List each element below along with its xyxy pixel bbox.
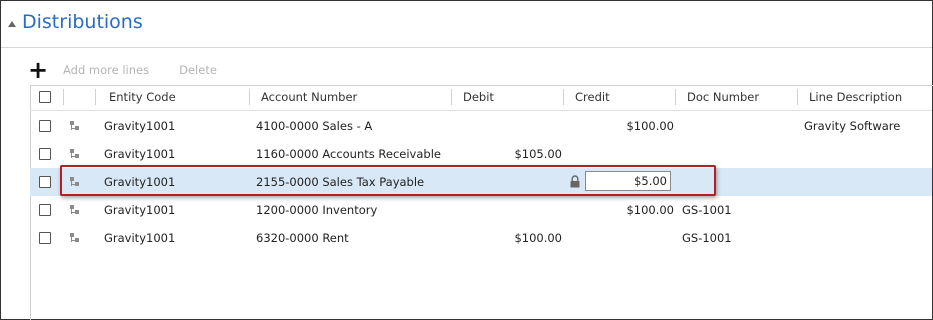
account-number-cell[interactable]: 1160-0000 Accounts Receivable [256,140,441,168]
hierarchy-icon[interactable] [70,149,79,159]
credit-input[interactable] [585,171,671,191]
debit-cell[interactable] [458,196,562,224]
row-checkbox[interactable] [39,120,51,132]
doc-number-cell[interactable]: GS-1001 [682,224,732,252]
collapse-triangle-icon[interactable] [8,21,16,27]
table-row[interactable]: Gravity1001 1160-0000 Accounts Receivabl… [30,140,932,168]
debit-cell[interactable] [458,168,562,196]
column-header-account-number[interactable]: Account Number [261,85,357,110]
credit-cell[interactable]: $100.00 [570,196,674,224]
entity-code-cell[interactable]: Gravity1001 [104,224,175,252]
hierarchy-icon[interactable] [70,205,79,215]
row-checkbox[interactable] [39,148,51,160]
account-number-cell[interactable]: 6320-0000 Rent [256,224,349,252]
section-title: Distributions [22,11,143,33]
column-separator [95,89,96,105]
row-checkbox[interactable] [39,204,51,216]
table-row[interactable]: Gravity1001 6320-0000 Rent $100.00 GS-10… [30,224,932,252]
hierarchy-icon[interactable] [70,233,79,243]
entity-code-cell[interactable]: Gravity1001 [104,112,175,140]
hierarchy-icon[interactable] [70,177,79,187]
doc-number-cell[interactable]: GS-1001 [682,196,732,224]
column-header-credit[interactable]: Credit [575,85,610,110]
column-header-entity-code[interactable]: Entity Code [109,85,176,110]
debit-cell[interactable]: $100.00 [458,224,562,252]
column-header-line-description[interactable]: Line Description [809,85,902,110]
add-line-plus-icon[interactable]: + [28,58,48,82]
entity-code-cell[interactable]: Gravity1001 [104,140,175,168]
add-more-lines-button[interactable]: Add more lines [63,63,149,77]
credit-cell[interactable] [570,140,674,168]
line-description-cell[interactable]: Gravity Software [804,112,900,140]
distributions-panel: Distributions + Add more lines Delete En… [0,0,933,320]
account-number-cell[interactable]: 2155-0000 Sales Tax Payable [256,168,424,196]
account-number-cell[interactable]: 1200-0000 Inventory [256,196,377,224]
column-separator [797,89,798,105]
column-separator [63,89,64,105]
column-header-doc-number[interactable]: Doc Number [687,85,759,110]
hierarchy-icon[interactable] [70,121,79,131]
grid-toolbar: + Add more lines Delete [28,55,217,85]
table-row[interactable]: Gravity1001 4100-0000 Sales - A $100.00 … [30,112,932,140]
debit-cell[interactable] [458,112,562,140]
row-checkbox[interactable] [39,232,51,244]
credit-cell[interactable]: $100.00 [570,112,674,140]
section-header: Distributions [1,1,932,48]
account-number-cell[interactable]: 4100-0000 Sales - A [256,112,372,140]
column-separator [563,89,564,105]
entity-code-cell[interactable]: Gravity1001 [104,168,175,196]
entity-code-cell[interactable]: Gravity1001 [104,196,175,224]
debit-cell[interactable]: $105.00 [458,140,562,168]
row-checkbox[interactable] [39,176,51,188]
credit-cell[interactable] [570,224,674,252]
grid-header-row: Entity Code Account Number Debit Credit … [30,85,932,111]
column-separator [675,89,676,105]
column-header-debit[interactable]: Debit [463,85,494,110]
table-row[interactable]: Gravity1001 1200-0000 Inventory $100.00 … [30,196,932,224]
delete-button[interactable]: Delete [179,63,217,77]
table-row-selected[interactable]: Gravity1001 2155-0000 Sales Tax Payable [30,168,932,196]
select-all-checkbox[interactable] [39,91,51,103]
lock-icon [570,175,580,188]
column-separator [451,89,452,105]
column-separator [249,89,250,105]
